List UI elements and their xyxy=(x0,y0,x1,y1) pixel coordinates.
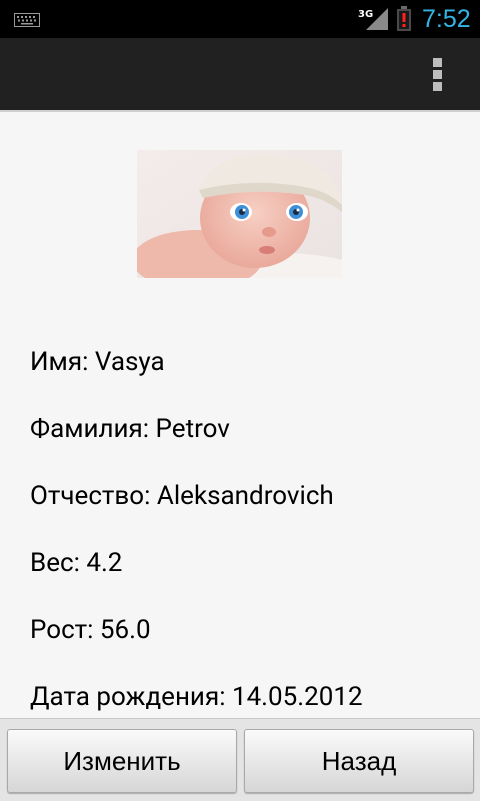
overflow-dot xyxy=(433,70,442,79)
bottom-button-bar: Изменить Назад xyxy=(0,718,480,801)
weight-text: Вес: 4.2 xyxy=(30,548,123,578)
height-text: Рост: 56.0 xyxy=(30,615,151,645)
keyboard-icon xyxy=(14,12,40,31)
overflow-menu-icon[interactable] xyxy=(420,52,456,96)
overflow-dot xyxy=(433,58,442,67)
birthdate-text: Дата рождения: 14.05.2012 xyxy=(30,682,363,712)
signal-icon: 3G xyxy=(358,6,390,36)
profile-content: Имя: Vasya Фамилия: Petrov Отчество: Ale… xyxy=(0,110,480,720)
edit-button[interactable]: Изменить xyxy=(7,729,237,793)
battery-alert-icon xyxy=(396,6,412,36)
last-name-text: Фамилия: Petrov xyxy=(30,414,230,444)
clock: 7:52 xyxy=(422,5,471,33)
back-button[interactable]: Назад xyxy=(244,729,474,793)
action-bar xyxy=(0,38,480,110)
network-type-label: 3G xyxy=(358,9,373,20)
overflow-dot xyxy=(433,82,442,91)
baby-photo xyxy=(137,150,342,278)
first-name-text: Имя: Vasya xyxy=(30,347,165,377)
status-bar: 3G 7:52 xyxy=(0,0,480,38)
patronymic-text: Отчество: Aleksandrovich xyxy=(30,481,334,511)
